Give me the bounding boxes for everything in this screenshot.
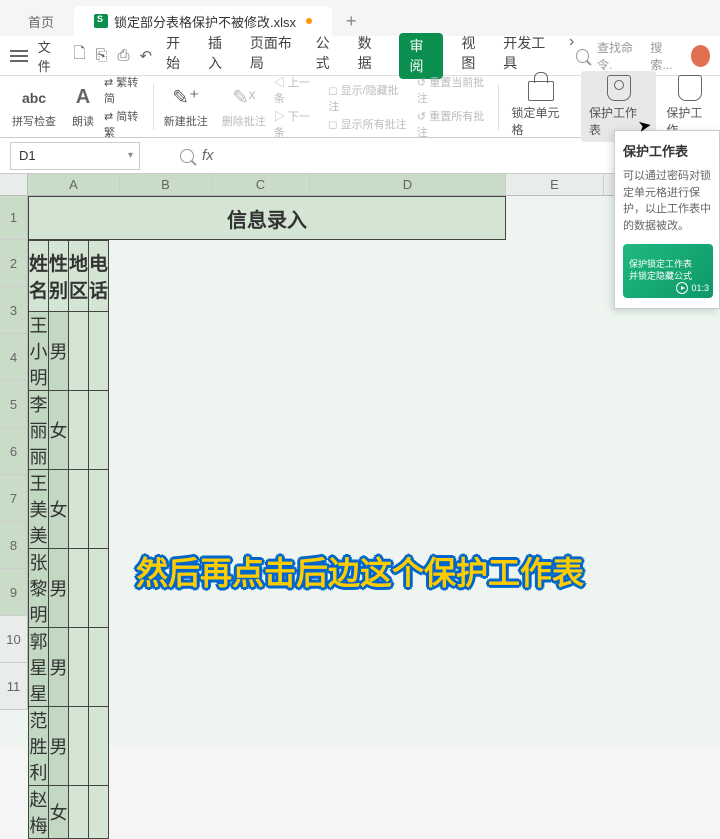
tool-prev-comment[interactable]: ◁ 上一条 — [274, 74, 321, 106]
menu-hamburger-icon[interactable] — [8, 44, 30, 68]
ribbon-layout[interactable]: 页面布局 — [250, 33, 298, 79]
row-11[interactable]: 11 — [0, 663, 28, 710]
tooltip-title: 保护工作表 — [623, 141, 711, 160]
header-phone[interactable]: 电话 — [89, 241, 109, 312]
table-row: 郭星星男 — [29, 628, 109, 707]
menu-export-icon[interactable]: ⎘ — [96, 47, 108, 64]
speaker-icon: A — [70, 85, 96, 111]
col-A[interactable]: A — [28, 174, 120, 195]
search-command-text[interactable]: 查找命令. — [597, 39, 642, 73]
table-header-row: 姓名 性别 地区 电话 — [29, 241, 109, 312]
comment-del-icon: ✎ˣ — [231, 85, 257, 111]
unsaved-dot-icon — [306, 18, 312, 24]
user-avatar[interactable] — [689, 43, 712, 69]
merged-title-cell[interactable]: 信息录入 — [28, 196, 506, 240]
search-text[interactable]: 搜索... — [650, 39, 680, 73]
review-toolbar: abc 拼写检查 A 朗读 ⇄繁转简 ⇄简转繁 ✎⁺ 新建批注 ✎ˣ 删除批注 … — [0, 76, 720, 138]
table-row: 王美美女 — [29, 470, 109, 549]
row-2[interactable]: 2 — [0, 240, 28, 287]
ribbon-formula[interactable]: 公式 — [316, 33, 340, 79]
header-gender[interactable]: 性别 — [49, 241, 69, 312]
lock-icon — [528, 81, 554, 101]
header-name[interactable]: 姓名 — [29, 241, 49, 312]
tool-reset-all[interactable]: ↺ 重置所有批注 — [417, 108, 495, 140]
tool-spellcheck[interactable]: abc 拼写检查 — [6, 85, 62, 129]
ribbon-data[interactable]: 数据 — [358, 33, 382, 79]
shield-icon — [607, 75, 631, 101]
video-subtitle: 然后再点击后边这个保护工作表 — [136, 548, 584, 594]
spreadsheet-icon — [94, 14, 108, 28]
row-headers: 1 2 3 4 5 6 7 8 9 10 11 — [0, 196, 28, 710]
document-tabs: 首页 锁定部分表格保护不被修改.xlsx + — [0, 0, 720, 36]
col-C[interactable]: C — [212, 174, 310, 195]
row-1[interactable]: 1 — [0, 196, 28, 240]
search-icon[interactable] — [576, 49, 589, 63]
tool-jianfan[interactable]: ⇄简转繁 — [104, 108, 149, 140]
column-headers: A B C D E — [0, 174, 720, 196]
row-10[interactable]: 10 — [0, 616, 28, 663]
row-7[interactable]: 7 — [0, 475, 28, 522]
spreadsheet-grid: A B C D E 1 2 3 4 5 6 7 8 9 10 11 信息录入 姓… — [0, 174, 720, 746]
tooltip-video-card[interactable]: 保护锁定工作表 并锁定隐藏公式 01:3 — [623, 244, 713, 298]
data-table: 姓名 性别 地区 电话 王小明男 李丽丽女 王美美女 张黎明男 郭星星男 范胜利… — [28, 240, 109, 839]
header-region[interactable]: 地区 — [69, 241, 89, 312]
abc-icon: abc — [21, 85, 47, 111]
row-8[interactable]: 8 — [0, 522, 28, 569]
tool-lock-cell[interactable]: 锁定单元格 — [503, 71, 578, 142]
tool-new-comment[interactable]: ✎⁺ 新建批注 — [158, 85, 214, 129]
menu-save-icon[interactable]: 🗋 — [73, 43, 85, 68]
tab-filename: 锁定部分表格保护不被修改.xlsx — [114, 12, 296, 31]
table-row: 王小明男 — [29, 312, 109, 391]
tab-home[interactable]: 首页 — [8, 6, 74, 37]
ribbon-review[interactable]: 审阅 — [399, 33, 443, 79]
video-play-button[interactable]: 01:3 — [676, 282, 709, 294]
row-5[interactable]: 5 — [0, 381, 28, 428]
col-B[interactable]: B — [120, 174, 212, 195]
col-E[interactable]: E — [506, 174, 604, 195]
tooltip-description: 可以通过密码对锁定单元格进行保护，以止工作表中的数据被改。 — [623, 168, 711, 234]
col-D[interactable]: D — [310, 174, 506, 195]
table-row: 范胜利男 — [29, 707, 109, 786]
select-all-corner[interactable] — [0, 174, 28, 195]
tool-next-comment[interactable]: ▷ 下一条 — [274, 108, 321, 140]
formula-bar: D1 fx — [0, 138, 720, 174]
tool-del-comment[interactable]: ✎ˣ 删除批注 — [216, 85, 272, 129]
search-fx-icon[interactable] — [180, 149, 194, 163]
table-row: 张黎明男 — [29, 549, 109, 628]
tool-showhide-comment[interactable]: ◻ 显示/隐藏批注 — [328, 82, 409, 114]
tool-reset-current[interactable]: ↺ 重置当前批注 — [417, 74, 495, 106]
table-row: 李丽丽女 — [29, 391, 109, 470]
menu-undo-icon[interactable]: ↶ — [140, 47, 153, 65]
ribbon-insert[interactable]: 插入 — [208, 33, 232, 79]
fx-icon[interactable]: fx — [202, 147, 214, 164]
search-area: 查找命令. 搜索... — [576, 39, 712, 73]
tool-read[interactable]: A 朗读 — [64, 85, 102, 129]
comment-add-icon: ✎⁺ — [173, 85, 199, 111]
table-row: 赵梅女 — [29, 786, 109, 839]
row-3[interactable]: 3 — [0, 287, 28, 334]
tool-fanjian[interactable]: ⇄繁转简 — [104, 74, 149, 106]
row-6[interactable]: 6 — [0, 428, 28, 475]
play-icon — [676, 282, 688, 294]
menu-file[interactable]: 文件 — [32, 37, 68, 75]
ribbon-start[interactable]: 开始 — [166, 33, 190, 79]
row-9[interactable]: 9 — [0, 569, 28, 616]
menu-bar: 文件 🗋 ⎘ ⎙ ↶ 开始 插入 页面布局 公式 数据 审阅 视图 开发工具 ›… — [0, 36, 720, 76]
tool-showall-comment[interactable]: ◻ 显示所有批注 — [328, 116, 409, 132]
row-4[interactable]: 4 — [0, 334, 28, 381]
ribbon-view[interactable]: 视图 — [461, 33, 485, 79]
protect-sheet-tooltip: 保护工作表 可以通过密码对锁定单元格进行保护，以止工作表中的数据被改。 保护锁定… — [614, 130, 720, 309]
menu-print-icon[interactable]: ⎙ — [118, 47, 130, 64]
shield2-icon — [678, 75, 702, 101]
name-box[interactable]: D1 — [10, 142, 140, 170]
